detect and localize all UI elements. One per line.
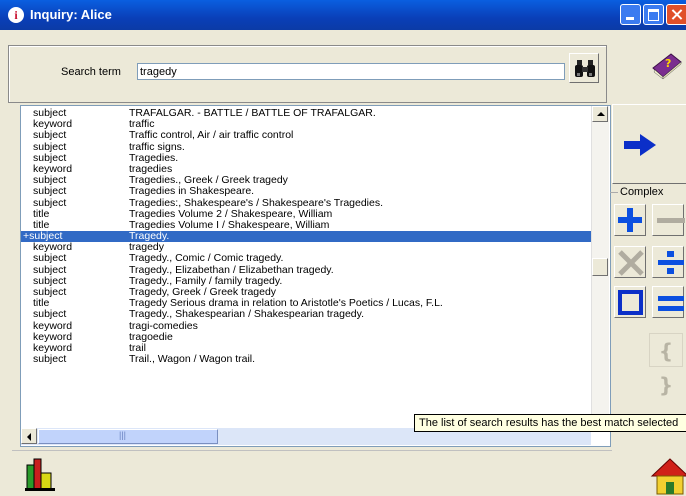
plus-icon [618, 208, 642, 232]
result-value: Traffic control, Air / air traffic contr… [129, 129, 294, 142]
result-type: subject [33, 185, 67, 198]
near-operator-button[interactable] [614, 286, 646, 318]
result-type: subject [33, 129, 67, 142]
result-row[interactable]: subject Tragedies., Greek / Greek tragedy [21, 175, 591, 186]
result-type: subject [33, 196, 67, 209]
divide-icon [658, 251, 684, 274]
result-row[interactable]: subject Trail., Wagon / Wagon trail. [21, 354, 591, 365]
info-icon: i [8, 7, 24, 23]
and-operator-button[interactable] [614, 204, 646, 236]
search-term-label: Search term [61, 66, 121, 78]
svg-text:?: ? [665, 57, 671, 70]
result-type: subject [33, 263, 67, 276]
divide-operator-button[interactable] [652, 246, 684, 278]
vertical-scroll-thumb[interactable] [592, 258, 608, 276]
result-value: Tragedy., Comic / Comic tragedy. [129, 252, 284, 265]
right-arrow-icon [624, 134, 656, 156]
go-button[interactable] [612, 104, 686, 184]
result-row[interactable]: subject TRAFALGAR. - BATTLE / BATTLE OF T… [21, 108, 591, 119]
minus-icon [657, 218, 685, 223]
vertical-scrollbar[interactable] [591, 106, 609, 428]
home-icon[interactable] [650, 456, 686, 496]
result-type: subject [33, 353, 67, 366]
result-value: Tragedies:, Shakespeare's / Shakespeare'… [129, 196, 384, 209]
result-row[interactable]: keyword tragedy [21, 242, 591, 253]
result-row[interactable]: keyword traffic [21, 119, 591, 130]
result-row[interactable]: subject Tragedy., Shakespearian / Shakesp… [21, 309, 591, 320]
result-type: keyword [33, 319, 73, 332]
result-row[interactable]: subject Tragedies:, Shakespeare's / Shake… [21, 196, 591, 209]
multiply-operator-button[interactable] [614, 246, 646, 278]
result-row[interactable]: subject Tragedies. [21, 152, 591, 164]
result-value: TRAFALGAR. - BATTLE / BATTLE OF TRAFALGA… [129, 107, 376, 119]
equals-operator-button[interactable] [652, 286, 684, 318]
result-value: Tragedies in Shakespeare. [129, 185, 255, 198]
result-row[interactable]: subject Tragedies in Shakespeare. [21, 186, 591, 197]
multiply-icon [618, 250, 644, 276]
scroll-left-button[interactable] [21, 428, 37, 444]
horizontal-scroll-thumb[interactable] [38, 429, 218, 444]
result-value: Trail., Wagon / Wagon trail. [129, 353, 256, 366]
result-row[interactable]: subject Traffic control, Air / air traffi… [21, 130, 591, 141]
equals-icon [658, 296, 684, 311]
result-row[interactable]: subject Tragedy., Family / family tragedy… [21, 275, 591, 287]
result-row[interactable]: keyword tragi-comedies [21, 319, 591, 332]
maximize-button[interactable] [643, 4, 664, 25]
result-row[interactable]: subject Tragedy., Elizabethan / Elizabeth… [21, 263, 591, 276]
results-list[interactable]: subject TRAFALGAR. - BATTLE / BATTLE OF T… [20, 105, 611, 447]
search-input[interactable] [137, 63, 565, 80]
result-value: traffic signs. [129, 140, 185, 153]
result-type: subject [33, 140, 67, 153]
result-value: Tragedy., Shakespearian / Shakespearian … [129, 308, 365, 321]
result-row[interactable]: keyword trail [21, 342, 591, 354]
result-type: subject [33, 308, 67, 321]
result-row[interactable]: subject traffic signs. [21, 140, 591, 153]
search-panel: Search term [8, 45, 607, 103]
result-row[interactable]: +subject Tragedy. [21, 231, 591, 243]
tooltip: The list of search results has the best … [414, 414, 686, 432]
result-row[interactable]: keyword tragoedie [21, 331, 591, 343]
result-value: Tragedy., Elizabethan / Elizabethan trag… [129, 263, 334, 276]
complex-group-line [610, 192, 618, 193]
result-row[interactable]: keyword tragedies [21, 163, 591, 175]
statistics-chart-icon[interactable] [22, 453, 62, 493]
result-type: subject [33, 252, 67, 265]
complex-label: Complex [620, 186, 664, 198]
square-icon [618, 290, 643, 315]
bottom-panel [12, 450, 612, 495]
minimize-button[interactable] [620, 4, 641, 25]
group-braces-button[interactable]: { } [649, 333, 683, 397]
binoculars-icon [575, 60, 595, 77]
not-operator-button[interactable] [652, 204, 685, 236]
scroll-up-button[interactable] [592, 106, 608, 122]
results-rows: subject TRAFALGAR. - BATTLE / BATTLE OF T… [21, 108, 591, 365]
close-button[interactable] [666, 4, 686, 25]
help-book-icon[interactable]: ? [651, 50, 683, 80]
result-row[interactable]: subject Tragedy., Comic / Comic tragedy. [21, 253, 591, 264]
window-title: Inquiry: Alice [30, 7, 112, 22]
result-row[interactable]: title Tragedies Volume I / Shakespeare, W… [21, 219, 591, 231]
search-button[interactable] [569, 53, 599, 83]
title-bar[interactable]: i Inquiry: Alice [0, 0, 686, 30]
result-value: tragi-comedies [129, 319, 198, 332]
